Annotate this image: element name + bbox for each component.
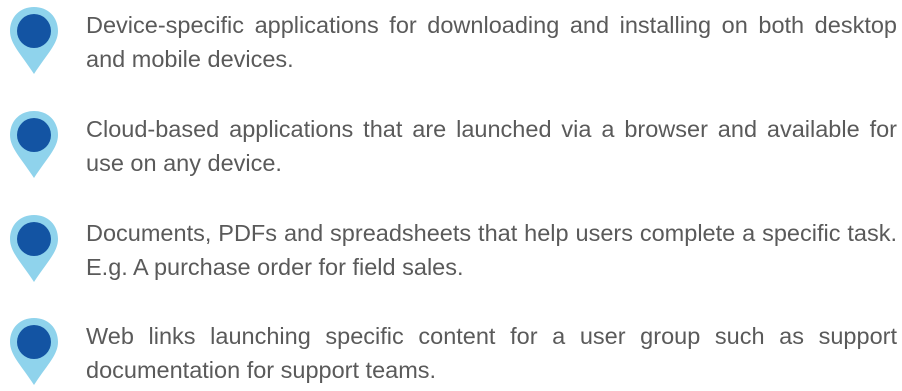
location-pin-icon [10, 111, 58, 178]
list-item-text: Web links launching specific content for… [86, 323, 897, 383]
list-item: Cloud-based applications that are launch… [0, 104, 902, 184]
bullet-list: Device-specific applications for downloa… [0, 0, 902, 385]
location-pin-icon [10, 7, 58, 74]
list-item: Web links launching specific content for… [0, 311, 902, 391]
list-item-text: Cloud-based applications that are launch… [86, 116, 897, 176]
list-item: Documents, PDFs and spreadsheets that he… [0, 208, 902, 288]
list-item-text: Device-specific applications for downloa… [86, 12, 897, 72]
location-pin-icon [10, 318, 58, 385]
list-item: Device-specific applications for downloa… [0, 0, 902, 80]
list-item-text: Documents, PDFs and spreadsheets that he… [86, 220, 897, 280]
location-pin-icon [10, 215, 58, 282]
